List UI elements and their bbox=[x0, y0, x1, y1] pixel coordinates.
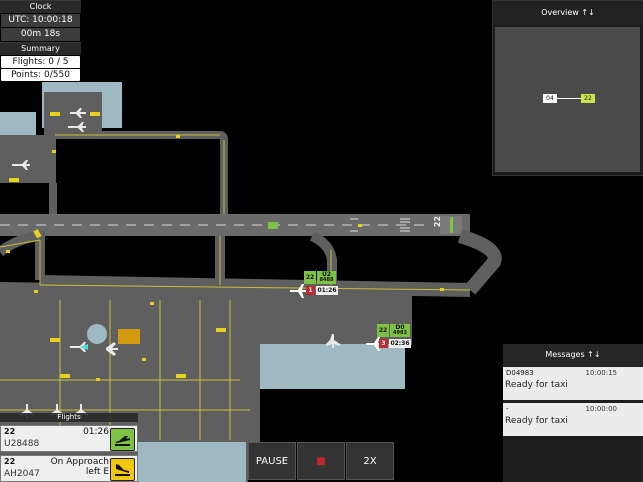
tag-rank: 3 bbox=[379, 339, 388, 348]
pond-round bbox=[87, 324, 107, 344]
tag-callsign: U2 8488 bbox=[317, 271, 336, 284]
flight-row[interactable]: 22 AH2047 On Approach left E bbox=[0, 455, 138, 482]
flight-status: 01:26 bbox=[83, 427, 109, 437]
tag-runway: 22 bbox=[377, 324, 389, 337]
terminal-building bbox=[0, 112, 36, 136]
message-item[interactable]: D04983 10:00:15 Ready for taxi bbox=[503, 367, 643, 400]
flights-title: Flights bbox=[0, 413, 138, 422]
overview-panel[interactable]: Overview ↑↓ 04 22 bbox=[492, 0, 643, 176]
takeoff-button[interactable] bbox=[110, 428, 135, 451]
pond-lower bbox=[138, 442, 246, 482]
message-text: Ready for taxi bbox=[505, 416, 568, 426]
tag-rank: 1 bbox=[306, 286, 315, 295]
tag-timer: 02:36 bbox=[389, 339, 411, 348]
clock-heading: Clock bbox=[0, 0, 81, 13]
flight-callsign: AH2047 bbox=[4, 469, 40, 479]
flight-runway: 22 bbox=[4, 457, 16, 466]
pond bbox=[260, 344, 405, 389]
flights-panel: Flights 22 U28488 01:26 22 AH2047 On App… bbox=[0, 413, 138, 482]
fuel-depot bbox=[118, 329, 140, 344]
overview-runway-line bbox=[557, 98, 581, 99]
message-id: D04983 bbox=[506, 369, 534, 377]
overview-runway-right: 22 bbox=[581, 94, 595, 103]
tag-callsign: D0 4983 bbox=[390, 324, 410, 337]
stop-button[interactable]: ■ bbox=[297, 442, 345, 480]
aircraft-tag[interactable]: 22 D0 4983 3 02:36 bbox=[377, 324, 411, 348]
summary-heading: Summary bbox=[0, 42, 81, 55]
tag-runway: 22 bbox=[304, 271, 316, 284]
elapsed-time: 00m 18s bbox=[1, 28, 80, 41]
overview-minimap[interactable]: 04 22 bbox=[495, 27, 640, 172]
flight-status: On Approach left E bbox=[50, 457, 109, 477]
overview-title[interactable]: Overview ↑↓ bbox=[493, 1, 643, 25]
tag-timer: 01:26 bbox=[316, 286, 338, 295]
messages-panel[interactable]: Messages ↑↓ D04983 10:00:15 Ready for ta… bbox=[503, 344, 643, 482]
flight-runway: 22 bbox=[4, 427, 16, 436]
taxiway-north bbox=[55, 131, 228, 214]
aircraft-tag[interactable]: 22 U2 8488 1 01:26 bbox=[304, 271, 338, 295]
message-text: Ready for taxi bbox=[505, 380, 568, 390]
apron-west bbox=[0, 135, 56, 183]
message-item[interactable]: - 10:00:00 Ready for taxi bbox=[503, 403, 643, 436]
utc-time: UTC: 10:00:18 bbox=[1, 14, 80, 27]
aircraft-selected-marker bbox=[268, 222, 278, 229]
flight-callsign: U28488 bbox=[4, 439, 40, 449]
overview-runway-left: 04 bbox=[543, 94, 557, 103]
runway-number-label: 22 bbox=[433, 215, 443, 228]
clock-panel: Clock UTC: 10:00:18 00m 18s Summary Flig… bbox=[0, 0, 81, 82]
speed-button[interactable]: 2X bbox=[346, 442, 394, 480]
pause-button[interactable]: PAUSE bbox=[248, 442, 296, 480]
takeoff-icon bbox=[115, 436, 130, 446]
flight-row[interactable]: 22 U28488 01:26 bbox=[0, 425, 138, 452]
flights-count: Flights: 0 / 5 bbox=[1, 56, 80, 68]
points-count: Points: 0/550 bbox=[1, 69, 80, 81]
messages-title[interactable]: Messages ↑↓ bbox=[503, 344, 643, 366]
landing-button[interactable] bbox=[110, 458, 135, 481]
message-time: 10:00:00 bbox=[585, 405, 617, 413]
message-id: - bbox=[506, 405, 509, 413]
landing-icon bbox=[115, 464, 130, 476]
message-time: 10:00:15 bbox=[585, 369, 617, 377]
